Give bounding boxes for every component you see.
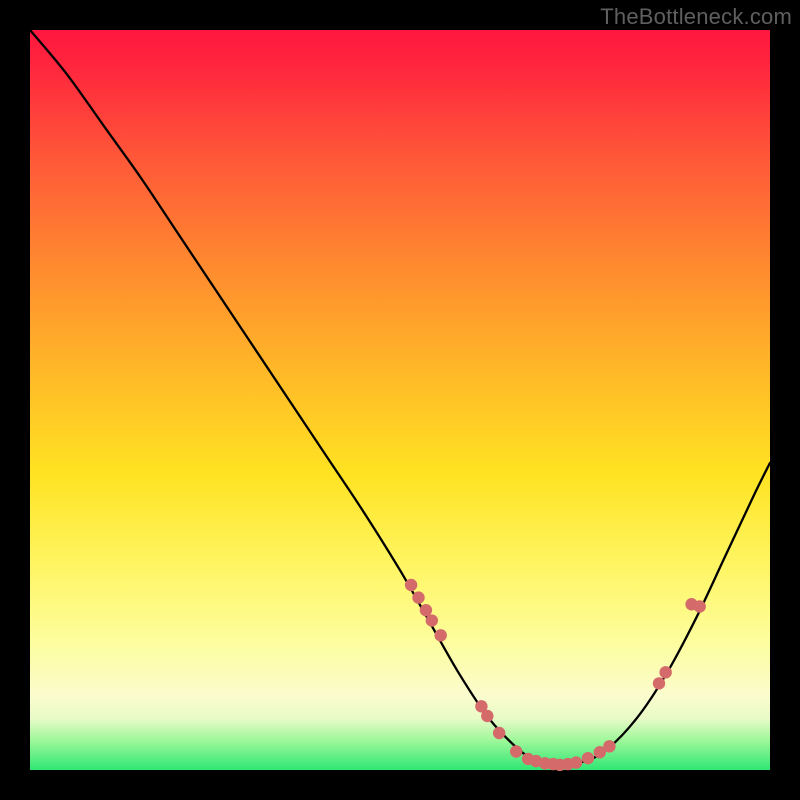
curve-marker (420, 604, 432, 616)
bottleneck-curve-svg (30, 30, 770, 770)
curve-marker (510, 745, 522, 757)
curve-marker (481, 710, 493, 722)
curve-marker (493, 727, 505, 739)
curve-marker (405, 579, 417, 591)
curve-markers (405, 579, 706, 771)
chart-plot-area (30, 30, 770, 770)
curve-marker (659, 666, 671, 678)
curve-marker (570, 756, 582, 768)
watermark-text: TheBottleneck.com (600, 4, 792, 30)
curve-marker (603, 740, 615, 752)
curve-marker (653, 677, 665, 689)
curve-marker (435, 629, 447, 641)
curve-marker (694, 600, 706, 612)
curve-marker (412, 591, 424, 603)
curve-marker (582, 752, 594, 764)
bottleneck-curve (30, 30, 770, 764)
chart-stage: TheBottleneck.com (0, 0, 800, 800)
curve-marker (426, 614, 438, 626)
